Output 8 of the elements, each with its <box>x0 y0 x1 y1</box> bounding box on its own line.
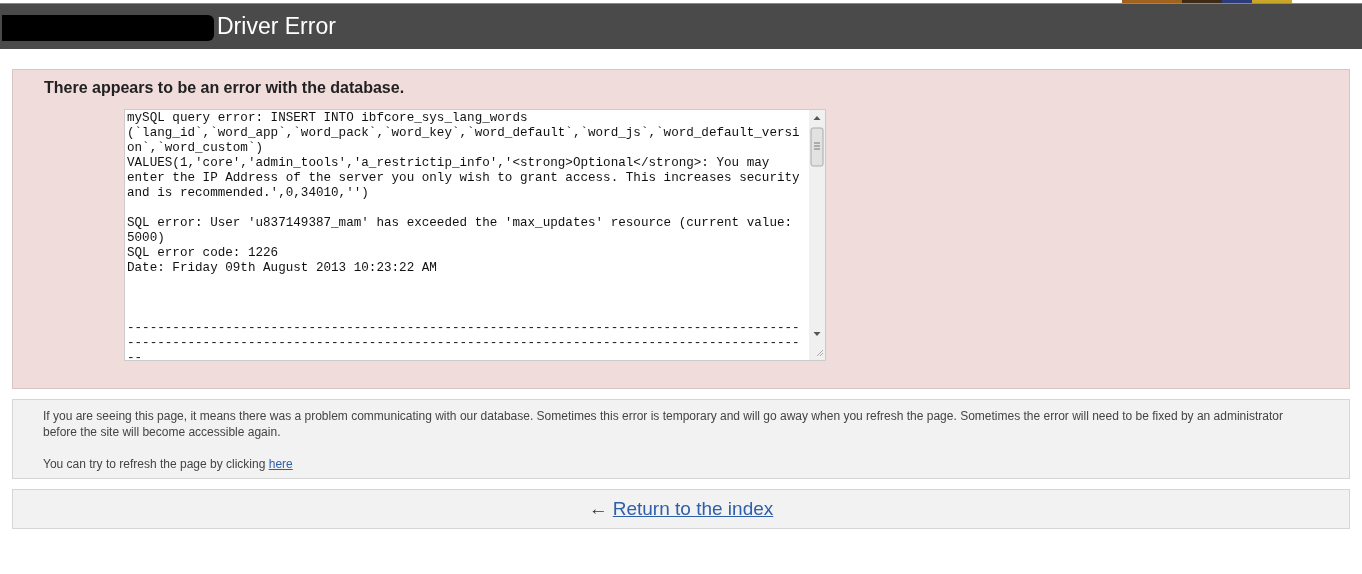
info-message: If you are seeing this page, it means there was a problem communicating with our database. Sometimes this error is temporary and will go away when you refresh the page. Sometimes the error will need to be fixed by an administrator before the site will become accessible again. <box>43 408 1284 440</box>
arrow-icon: ← <box>588 498 608 520</box>
refresh-link[interactable]: here <box>268 457 293 471</box>
error-log-field[interactable]: mySQL query error: INSERT INTO ibfcore_sys_lang_words (`lang_id`,`word_app`,`word_pack`,`word_key`,`word_default`,`word_js`,`word_default_version`,`word_custom`) VALUES(1,'core','admin_tools','a_restrictip_info','<strong>Optional</strong>: You may enter the IP Address of the server you only wish to grant access. This increases security and is recommended.',0,34010,'') SQL error: User 'u837149387_mam' has exceeded the 'max_updates' resource (current value: 5000) SQL error code: 1226 Date: Friday 09th August 2013 10:23:22 AM ------------------------------------------------------------------------------------------------------------------------------------------------------------------------------------ <box>124 109 826 361</box>
page-title: Driver Error <box>217 12 336 40</box>
refresh-text: You can try to refresh the page by clicking <box>43 457 266 471</box>
return-link[interactable]: Return to the index <box>612 498 774 520</box>
error-heading: There appears to be an error with the database. <box>44 79 406 97</box>
